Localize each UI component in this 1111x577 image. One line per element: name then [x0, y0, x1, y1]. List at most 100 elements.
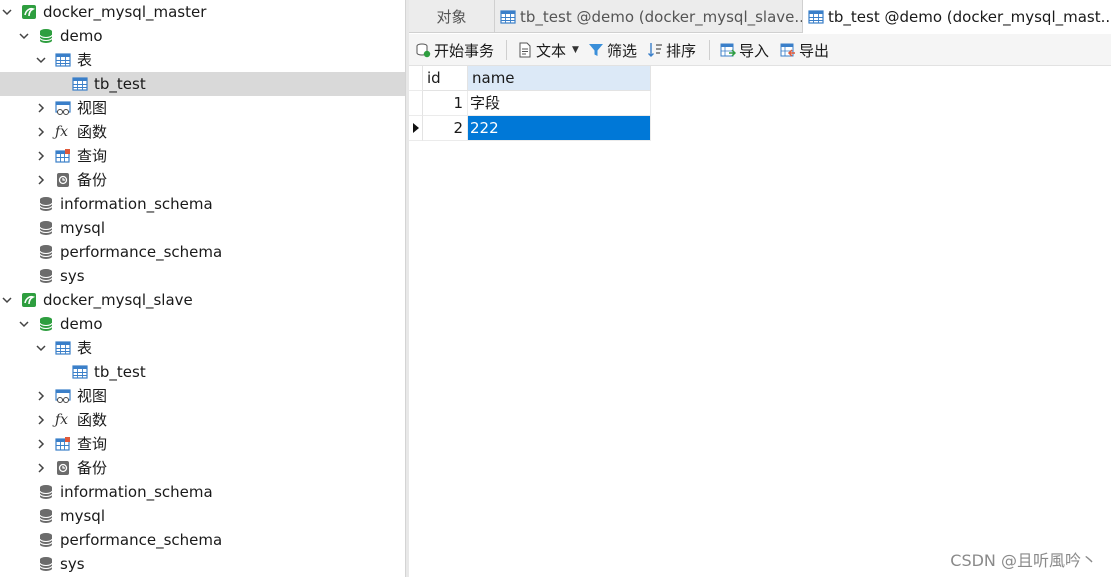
chevron-right-icon[interactable] — [34, 168, 48, 192]
export-button[interactable]: 导出 — [780, 34, 829, 66]
current-row-indicator[interactable] — [409, 116, 423, 141]
tree-database-information-schema[interactable]: information_schema — [0, 192, 405, 216]
query-icon — [55, 148, 71, 164]
tree-item-label: docker_mysql_master — [43, 3, 207, 21]
begin-transaction-label: 开始事务 — [434, 41, 495, 60]
column-header-name[interactable]: name — [468, 66, 651, 91]
tree-item-label: 视图 — [77, 387, 108, 405]
tree-table-tb-test[interactable]: tb_test — [0, 72, 405, 96]
tree-database-mysql[interactable]: mysql — [0, 216, 405, 240]
views-icon — [55, 388, 71, 404]
tree-item-label: 函数 — [77, 123, 108, 141]
column-header-id[interactable]: id — [423, 66, 468, 91]
views-icon — [55, 100, 71, 116]
begin-transaction-button[interactable]: 开始事务 — [415, 34, 494, 66]
tree-item-label: 视图 — [77, 99, 108, 117]
tab-label: 对象 — [436, 8, 467, 26]
tree-backups-group[interactable]: 备份 — [0, 456, 405, 480]
tab-bar: 对象 tb_test @demo (docker_mysql_slave... … — [409, 0, 1111, 34]
filter-label: 筛选 — [607, 41, 638, 60]
tree-queries-group[interactable]: 查询 — [0, 144, 405, 168]
document-icon — [517, 42, 533, 58]
tree-views-group[interactable]: 视图 — [0, 384, 405, 408]
tree-database-sys[interactable]: sys — [0, 552, 405, 576]
table-icon — [72, 364, 88, 380]
tree-item-label: tb_test — [94, 363, 146, 381]
backup-icon — [55, 460, 71, 476]
mysql-connection-icon — [21, 4, 37, 20]
table-cell-name-selected[interactable]: 222 — [468, 116, 651, 141]
database-icon — [38, 244, 54, 260]
table-cell-name[interactable]: 字段 — [468, 91, 651, 116]
table-cell-id[interactable]: 1 — [423, 91, 468, 116]
chevron-down-icon[interactable] — [0, 0, 14, 24]
chevron-right-icon[interactable] — [34, 408, 48, 432]
row-indicator[interactable] — [409, 91, 423, 116]
tree-item-label: tb_test — [94, 75, 146, 93]
current-row-arrow-icon — [412, 123, 419, 133]
tree-item-label: 表 — [77, 51, 93, 69]
tree-database-demo[interactable]: demo — [0, 312, 405, 336]
tree-item-label: demo — [60, 27, 103, 45]
table-cell-id[interactable]: 2 — [423, 116, 468, 141]
tree-database-demo[interactable]: demo — [0, 24, 405, 48]
database-icon — [38, 508, 54, 524]
tab-tb-test-slave[interactable]: tb_test @demo (docker_mysql_slave... — [495, 0, 803, 33]
function-icon: ƒx — [55, 412, 69, 428]
text-view-button[interactable]: 文本 ▼ — [517, 34, 579, 66]
tree-connection-slave[interactable]: docker_mysql_slave — [0, 288, 405, 312]
chevron-right-icon[interactable] — [34, 96, 48, 120]
tab-label: tb_test @demo (docker_mysql_slave... — [520, 7, 803, 26]
tree-database-mysql[interactable]: mysql — [0, 504, 405, 528]
table-icon — [500, 9, 516, 25]
tree-database-performance-schema[interactable]: performance_schema — [0, 528, 405, 552]
chevron-down-icon[interactable] — [34, 48, 48, 72]
tree-tables-group[interactable]: 表 — [0, 336, 405, 360]
watermark: CSDN @且听風吟丶 — [950, 551, 1097, 570]
tree-tables-group[interactable]: 表 — [0, 48, 405, 72]
query-icon — [55, 436, 71, 452]
database-icon — [38, 484, 54, 500]
chevron-right-icon[interactable] — [34, 384, 48, 408]
tree-database-performance-schema[interactable]: performance_schema — [0, 240, 405, 264]
toolbar-separator — [709, 40, 710, 60]
database-icon — [38, 28, 54, 44]
import-button[interactable]: 导入 — [720, 34, 769, 66]
tree-item-label: demo — [60, 315, 103, 333]
chevron-down-icon[interactable] — [34, 336, 48, 360]
tree-functions-group[interactable]: ƒx 函数 — [0, 408, 405, 432]
tables-icon — [55, 52, 71, 68]
chevron-down-icon[interactable] — [17, 312, 31, 336]
tree-connection-master[interactable]: docker_mysql_master — [0, 0, 405, 24]
tree-table-tb-test[interactable]: tb_test — [0, 360, 405, 384]
filter-button[interactable]: 筛选 — [588, 34, 637, 66]
connection-tree: docker_mysql_master demo 表 tb_test 视图 ƒx… — [0, 0, 405, 577]
chevron-down-icon[interactable] — [0, 288, 14, 312]
database-icon — [38, 220, 54, 236]
database-icon — [38, 532, 54, 548]
chevron-right-icon[interactable] — [34, 456, 48, 480]
chevron-right-icon[interactable] — [34, 432, 48, 456]
export-icon — [780, 42, 796, 58]
toolbar-separator — [506, 40, 507, 60]
tree-queries-group[interactable]: 查询 — [0, 432, 405, 456]
import-label: 导入 — [739, 41, 770, 60]
chevron-down-icon[interactable] — [17, 24, 31, 48]
chevron-right-icon[interactable] — [34, 120, 48, 144]
transaction-icon — [415, 42, 431, 58]
tree-database-information-schema[interactable]: information_schema — [0, 480, 405, 504]
tab-tb-test-master[interactable]: tb_test @demo (docker_mysql_mast... — [803, 0, 1111, 34]
tree-functions-group[interactable]: ƒx 函数 — [0, 120, 405, 144]
sort-icon — [647, 42, 663, 58]
tab-objects[interactable]: 对象 — [409, 0, 495, 33]
database-icon — [38, 268, 54, 284]
chevron-right-icon[interactable] — [34, 144, 48, 168]
tree-views-group[interactable]: 视图 — [0, 96, 405, 120]
tree-item-label: 查询 — [77, 147, 108, 165]
data-toolbar: 开始事务 文本 ▼ 筛选 排序 导入 导出 — [409, 34, 1111, 66]
tree-backups-group[interactable]: 备份 — [0, 168, 405, 192]
sort-button[interactable]: 排序 — [647, 34, 696, 66]
tree-database-sys[interactable]: sys — [0, 264, 405, 288]
tree-item-label: sys — [60, 555, 85, 573]
tab-label: tb_test @demo (docker_mysql_mast... — [828, 8, 1111, 26]
